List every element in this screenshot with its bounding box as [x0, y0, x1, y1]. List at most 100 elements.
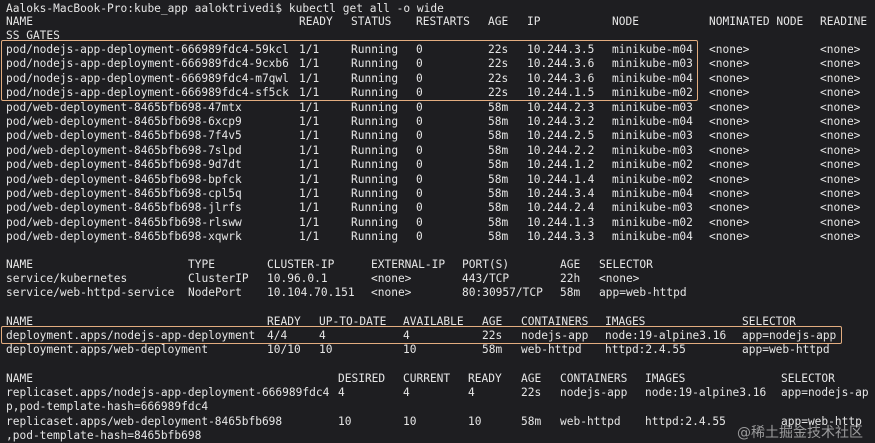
table-cell: service/kubernetes: [6, 272, 128, 285]
table-cell: <none>: [820, 230, 861, 244]
table-cell: <none>: [820, 187, 861, 200]
table-cell: pod/web-deployment-8465bfb698-jlrfs: [6, 201, 242, 215]
table-cell: service/web-httpd-service: [6, 286, 175, 300]
table-cell: node:19-alpine3.16: [645, 386, 767, 399]
col-header-restarts: RESTARTS: [416, 15, 470, 28]
table-cell: <none>: [709, 230, 750, 244]
table-cell: NodePort: [188, 286, 242, 300]
col-header-name: NAME: [6, 372, 33, 385]
table-cell: 10: [319, 343, 333, 357]
col-header-images: IMAGES: [645, 372, 686, 385]
table-cell: replicaset.apps/nodejs-app-deployment-66…: [6, 386, 330, 399]
table-cell: 10.96.0.1: [267, 272, 328, 285]
terminal-window[interactable]: Aaloks-MacBook-Pro:kube_app aaloktrivedi…: [0, 0, 875, 443]
table-cell: Running: [351, 172, 399, 186]
table-cell: node:19-alpine3.16: [605, 329, 727, 342]
col-header-cluster-ip: CLUSTER-IP: [267, 258, 335, 271]
table-cell: Running: [351, 230, 399, 244]
table-cell: Running: [351, 187, 399, 200]
table-cell: 1/1: [299, 158, 320, 172]
col-header-selector: SELECTOR: [742, 315, 796, 328]
table-cell: <none>: [709, 86, 750, 100]
table-cell: 10: [403, 343, 417, 357]
table-cell: <none>: [709, 201, 750, 215]
table-cell: minikube-m03: [612, 143, 693, 157]
table-cell: 1/1: [299, 129, 320, 143]
table-cell: 58m: [521, 414, 542, 428]
table-cell: 1/1: [299, 201, 320, 215]
services-header: NAME TYPE CLUSTER-IP EXTERNAL-IP PORT(S)…: [6, 258, 653, 272]
table-cell: pod/web-deployment-8465bfb698-bpfck: [6, 172, 242, 186]
table-cell: 22h: [560, 272, 581, 285]
table-cell: pod/nodejs-app-deployment-666989fdc4-sf5…: [6, 86, 289, 100]
col-header-age: AGE: [482, 315, 503, 328]
table-cell: 58m: [488, 143, 509, 157]
table-cell: <none>: [820, 172, 861, 186]
table-cell: 58m: [488, 129, 509, 143]
table-cell: <none>: [709, 43, 750, 56]
table-cell: app=web-httpd: [599, 286, 687, 300]
table-cell: <none>: [820, 129, 861, 143]
table-cell: minikube-m04: [612, 187, 693, 200]
replicasets-header: NAME DESIRED CURRENT READY AGE CONTAINER…: [6, 372, 835, 386]
table-cell: 10.244.3.4: [527, 187, 595, 200]
table-cell: Running: [351, 158, 399, 172]
table-cell: <none>: [709, 215, 750, 229]
col-header-node: NODE: [612, 15, 639, 28]
pods-header-wrap: SS GATES: [6, 29, 60, 43]
table-cell: minikube-m04: [612, 43, 693, 56]
table-cell: 10.244.1.4: [527, 172, 595, 186]
selector-wrap-text: ,pod-template-hash=8465bfb698: [6, 429, 202, 443]
col-header-age: AGE: [488, 15, 509, 28]
table-cell: minikube-m02: [612, 158, 693, 172]
table-cell: 10.244.3.6: [527, 71, 595, 85]
table-cell: 4: [319, 329, 326, 342]
table-cell: pod/web-deployment-8465bfb698-rlsww: [6, 215, 242, 229]
table-cell: 10.244.1.3: [527, 215, 595, 229]
table-cell: pod/web-deployment-8465bfb698-6xcp9: [6, 115, 242, 128]
table-cell: minikube-m04: [612, 115, 693, 128]
pods-header: NAME READY STATUS RESTARTS AGE IP NODE N…: [6, 15, 867, 29]
table-cell: Running: [351, 43, 399, 56]
table-cell: pod/web-deployment-8465bfb698-9d7dt: [6, 158, 242, 172]
table-cell: httpd:2.4.55: [645, 414, 726, 428]
table-cell: ClusterIP: [188, 272, 249, 285]
table-cell: 10/10: [267, 343, 301, 357]
table-cell: 58m: [482, 343, 503, 357]
table-cell: 10.244.2.3: [527, 100, 595, 114]
table-cell: 1/1: [299, 172, 320, 186]
table-cell: pod/web-deployment-8465bfb698-7slpd: [6, 143, 242, 157]
table-cell: Running: [351, 86, 399, 100]
col-header-status: STATUS: [351, 15, 392, 28]
col-header-nominated-node: NOMINATED NODE: [709, 15, 804, 28]
table-cell: 10: [338, 414, 352, 428]
col-header-readiness: READINE: [820, 15, 868, 28]
table-cell: 0: [416, 115, 423, 128]
table-cell: <none>: [709, 158, 750, 172]
table-cell: 1/1: [299, 215, 320, 229]
table-cell: <none>: [820, 201, 861, 215]
table-cell: minikube-m04: [612, 230, 693, 244]
table-cell: httpd:2.4.55: [605, 343, 686, 357]
deployments-header: NAME READY UP-TO-DATE AVAILABLE AGE CONT…: [6, 315, 796, 329]
table-cell: 58m: [488, 230, 509, 244]
table-cell: 10.244.2.4: [527, 201, 595, 215]
table-cell: 0: [416, 172, 423, 186]
table-cell: pod/web-deployment-8465bfb698-47mtx: [6, 100, 242, 114]
col-header-external-ip: EXTERNAL-IP: [371, 258, 446, 271]
table-cell: 0: [416, 215, 423, 229]
table-cell: 1/1: [299, 230, 320, 244]
table-cell: 0: [416, 143, 423, 157]
table-cell: 0: [416, 86, 423, 100]
selector-wrap-text: p,pod-template-hash=666989fdc4: [6, 400, 209, 414]
table-cell: minikube-m04: [612, 71, 693, 85]
table-cell: <none>: [709, 115, 750, 128]
table-cell: 22s: [488, 86, 509, 100]
table-cell: minikube-m03: [612, 57, 693, 71]
table-cell: <none>: [371, 286, 412, 300]
table-cell: 1/1: [299, 115, 320, 128]
table-cell: 1/1: [299, 143, 320, 157]
table-cell: 0: [416, 230, 423, 244]
col-header-readiness-wrap: SS GATES: [6, 29, 60, 42]
table-cell: deployment.apps/web-deployment: [6, 343, 209, 357]
